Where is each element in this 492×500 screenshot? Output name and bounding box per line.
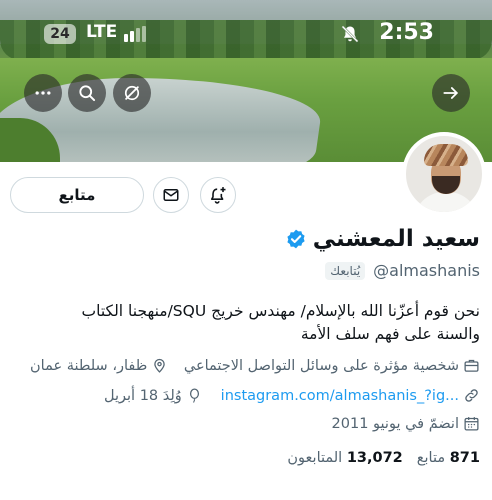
location-text: ظفار، سلطنة عمان: [30, 357, 148, 374]
profile-bio: نحن قوم أعزّنا الله بالإسلام/ مهندس خريج…: [20, 300, 480, 346]
envelope-icon: [163, 189, 179, 201]
avatar[interactable]: [402, 132, 486, 216]
mute-bell-icon: [341, 25, 359, 43]
following-button[interactable]: متابع: [10, 177, 144, 213]
avatar-shirt: [414, 192, 478, 212]
battery-indicator: 24: [44, 24, 76, 44]
birthday-text: وُلِدَ 18 أبريل: [104, 387, 182, 404]
notify-button[interactable]: [200, 177, 236, 213]
search-icon: [79, 85, 96, 102]
category-text: شخصية مؤثرة على وسائل التواصل الاجتماعي: [183, 357, 459, 374]
network-type: LTE: [86, 22, 118, 42]
location-pin-icon: [154, 358, 166, 373]
avatar-turban: [424, 144, 468, 166]
more-button[interactable]: [24, 74, 62, 112]
location-item: ظفار، سلطنة عمان: [30, 357, 168, 374]
follow-stats: 871 متابع 13,072 المتابعون: [287, 450, 480, 466]
balloon-icon: [189, 388, 199, 403]
message-button[interactable]: [153, 177, 189, 213]
bio-line-2: والسنة على فهم سلف الأمة: [300, 325, 480, 343]
followers-count: 13,072: [346, 450, 403, 466]
joined-item: انضمّ في يونيو 2011: [332, 415, 480, 432]
bio-line-1: نحن قوم أعزّنا الله بالإسلام/ مهندس خريج…: [81, 302, 480, 320]
briefcase-icon: [464, 359, 479, 372]
following-label: متابع: [416, 450, 446, 466]
verified-badge-icon: [287, 229, 305, 249]
following-count: 871: [449, 450, 480, 466]
profile-name-row: سعيد المعشني: [285, 226, 480, 252]
handle-row: يُتابعك @almashanis: [325, 261, 480, 280]
category-item: شخصية مؤثرة على وسائل التواصل الاجتماعي: [184, 357, 480, 374]
followers-stat[interactable]: 13,072 المتابعون: [287, 450, 402, 466]
signal-icon: [124, 26, 146, 42]
back-button[interactable]: [432, 74, 470, 112]
search-button[interactable]: [68, 74, 106, 112]
followers-label: المتابعون: [287, 450, 343, 466]
bell-plus-icon: [210, 187, 226, 204]
status-bar: 24 LTE 2:53: [0, 20, 492, 48]
clock: 2:53: [379, 20, 434, 45]
link-icon: [465, 389, 478, 402]
grok-icon: [124, 85, 140, 101]
following-stat[interactable]: 871 متابع: [417, 450, 480, 466]
profile-handle: @almashanis: [373, 261, 480, 280]
profile-name: سعيد المعشني: [312, 226, 480, 252]
follows-you-badge: يُتابعك: [325, 261, 366, 280]
birthday-item: وُلِدَ 18 أبريل: [104, 387, 203, 404]
website-item[interactable]: instagram.com/almashanis_?ig...: [221, 387, 480, 404]
joined-text: انضمّ في يونيو 2011: [331, 415, 459, 432]
grok-button[interactable]: [113, 74, 151, 112]
arrow-right-icon: [443, 87, 458, 99]
website-link[interactable]: instagram.com/almashanis_?ig...: [221, 388, 459, 404]
more-horizontal-icon: [35, 91, 51, 95]
calendar-icon: [464, 417, 479, 431]
